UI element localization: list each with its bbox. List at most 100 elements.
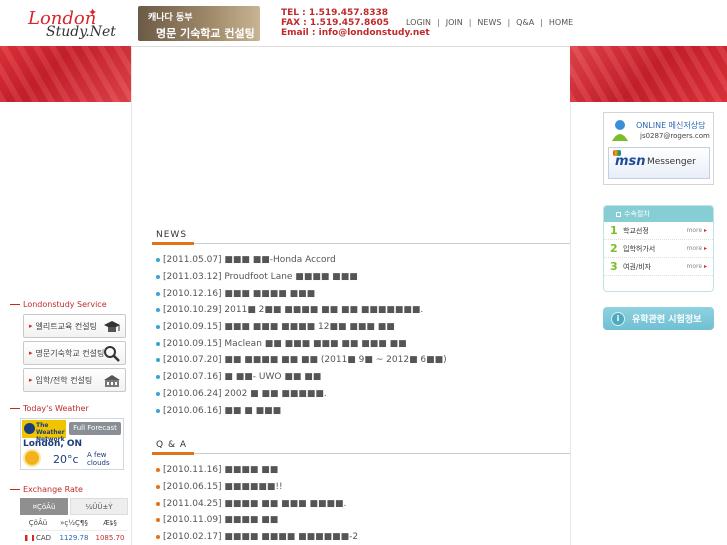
triangle-right-icon: ▸ (703, 227, 707, 234)
exchange-row: CAD 1129.78 1085.70 (20, 531, 128, 545)
bullet-icon (156, 341, 160, 346)
service-boarding-button[interactable]: ▸ 명문기숙학교 컨설팅 (23, 341, 126, 365)
person-icon (612, 120, 628, 141)
list-item[interactable]: [2010.07.16] ■ ■■- UWO ■■ ■■ (156, 369, 566, 386)
list-item[interactable]: [2010.06.16] ■■ ■ ■■■ (156, 402, 566, 419)
nav-separator: | (507, 18, 511, 27)
left-column-divider (131, 46, 132, 545)
arrow-icon: ▸ (29, 376, 33, 384)
qa-divider (152, 452, 570, 455)
weather-temp: 20°c (53, 453, 79, 466)
weather-city: London, ON (23, 439, 83, 449)
more-link[interactable]: more ▸ (687, 227, 707, 234)
news-title[interactable]: NEWS (156, 230, 187, 240)
bullet-icon (156, 408, 160, 413)
red-band-left (0, 46, 131, 102)
exchange-tab-transfer[interactable]: ¼ÛÜ±Ý (70, 498, 128, 515)
list-item[interactable]: [2010.07.20] ■■ ■■■■ ■■ ■■ (2011■ 9■ ~ 2… (156, 352, 566, 369)
service-elite-button[interactable]: ▸ 엘리트교육 컨설팅 (23, 314, 126, 338)
procedure-item-1[interactable]: 1 학교선정 more ▸ (604, 222, 713, 240)
bullet-icon (156, 501, 160, 506)
online-email[interactable]: js0287@rogers.com (640, 132, 710, 140)
school-building-icon (104, 375, 120, 387)
exchange-header-row: ÇöÂü »ç½Ç¶§ Æȶ§ (20, 516, 128, 531)
header: London ✦ Study.Net 캐나다 동부 명문 기숙학교 컨설팅 TE… (0, 0, 727, 46)
qa-list: [2010.11.16] ■■■■ ■■ [2010.06.15] ■■■■■■… (156, 462, 566, 545)
weather-widget[interactable]: The Weather Network Full Forecast London… (20, 418, 124, 470)
canada-flag-icon (24, 535, 34, 541)
graduation-cap-icon (104, 321, 120, 332)
nav-qa[interactable]: Q&A (516, 18, 534, 27)
list-item[interactable]: [2010.10.29] 2011■ 2■■ ■■■■ ■■ ■■ ■■■■■■… (156, 302, 566, 319)
square-icon (616, 211, 621, 217)
exam-info-button[interactable]: i 유학관련 시험정보 (603, 307, 714, 330)
procedure-item-2[interactable]: 2 입학허가서 more ▸ (604, 240, 713, 258)
banner-line2: 명문 기숙학교 컨설팅 (156, 27, 255, 40)
bullet-icon (156, 291, 160, 296)
list-item[interactable]: [2010.09.15] ■■■ ■■■ ■■■■ 12■■ ■■■ ■■ (156, 319, 566, 336)
nav-login[interactable]: LOGIN (406, 18, 431, 27)
list-item[interactable]: [2011.04.25] ■■■■ ■■ ■■■ ■■■■. (156, 495, 566, 512)
top-nav: LOGIN | JOIN | NEWS | Q&A | HOME (406, 18, 573, 27)
nav-news[interactable]: NEWS (477, 18, 501, 27)
bullet-icon (156, 375, 160, 380)
right-column-divider (570, 102, 571, 545)
weather-title: Today's Weather (10, 404, 89, 413)
online-messenger-box: ONLINE 메신저상담 js0287@rogers.com msn Messe… (603, 112, 714, 185)
logo-text-study: Study.Net (46, 24, 116, 40)
news-divider (152, 242, 570, 245)
sun-icon (25, 451, 39, 465)
msn-label: Messenger (647, 157, 696, 167)
bullet-icon (156, 468, 160, 473)
procedure-box: 수속절차 1 학교선정 more ▸ 2 입학허가서 more ▸ 3 여권/비… (603, 205, 714, 292)
list-item[interactable]: [2010.11.09] ■■■■ ■■ (156, 512, 566, 529)
list-item[interactable]: [2010.11.16] ■■■■ ■■ (156, 462, 566, 479)
qa-title[interactable]: Q & A (156, 440, 187, 450)
info-icon: i (611, 311, 625, 326)
msn-messenger-button[interactable]: msn Messenger (608, 147, 710, 179)
nav-separator: | (437, 18, 440, 27)
maple-leaf-icon: ✦ (88, 6, 98, 19)
list-item[interactable]: [2011.03.12] Proudfoot Lane ■■■■ ■■■ (156, 269, 566, 286)
nav-home[interactable]: HOME (549, 18, 573, 27)
arrow-icon: ▸ (29, 349, 33, 357)
more-link[interactable]: more ▸ (687, 245, 707, 252)
list-item[interactable]: [2010.02.17] ■■■■ ■■■■ ■■■■■■-2 (156, 529, 566, 545)
exchange-table: ÇöÂü »ç½Ç¶§ Æȶ§ CAD 1129.78 1085.70 (20, 516, 128, 545)
boarding-school-banner[interactable]: 캐나다 동부 명문 기숙학교 컨설팅 (138, 6, 260, 41)
list-item[interactable]: [2010.06.15] ■■■■■■!! (156, 479, 566, 496)
nav-separator: | (468, 18, 472, 27)
procedure-item-3[interactable]: 3 여권/비자 more ▸ (604, 258, 713, 276)
list-item[interactable]: [2010.06.24] 2002 ■ ■■ ■■■■■. (156, 386, 566, 403)
online-title: ONLINE 메신저상담 (636, 121, 706, 130)
msn-brand: msn (615, 154, 646, 169)
bullet-icon (156, 391, 160, 396)
bullet-icon (156, 535, 160, 540)
list-item[interactable]: [2011.05.07] ■■■ ■■-Honda Accord (156, 252, 566, 269)
weather-network-logo: The Weather Network (22, 420, 66, 443)
list-item[interactable]: [2010.12.16] ■■■ ■■■■ ■■■ (156, 285, 566, 302)
service-title: Londonstudy Service (10, 300, 107, 309)
logo[interactable]: London ✦ Study.Net (22, 6, 116, 42)
bullet-icon (156, 258, 160, 263)
list-item[interactable]: [2010.09.15] Maclean ■■ ■■■ ■■■ ■■ ■■■ ■… (156, 335, 566, 352)
bullet-icon (156, 325, 160, 330)
bullet-icon (156, 485, 160, 490)
globe-icon (24, 423, 35, 434)
banner-line1: 캐나다 동부 (148, 13, 193, 23)
procedure-header: 수속절차 (604, 206, 713, 222)
email[interactable]: Email : info@londonstudy.net (281, 28, 430, 38)
nav-join[interactable]: JOIN (446, 18, 463, 27)
bullet-icon (156, 275, 160, 280)
magnifier-icon (104, 346, 120, 362)
exchange-tab-cash[interactable]: ¤ÇöÂü (20, 498, 68, 515)
more-link[interactable]: more ▸ (687, 263, 707, 270)
exchange-title: Exchange Rate (10, 485, 83, 494)
service-admission-button[interactable]: ▸ 입학/전학 컨설팅 (23, 368, 126, 392)
triangle-right-icon: ▸ (703, 263, 707, 270)
red-band-right (570, 46, 727, 102)
bullet-icon (156, 308, 160, 313)
triangle-right-icon: ▸ (703, 245, 707, 252)
full-forecast-button[interactable]: Full Forecast (69, 422, 121, 435)
nav-separator: | (540, 18, 543, 27)
